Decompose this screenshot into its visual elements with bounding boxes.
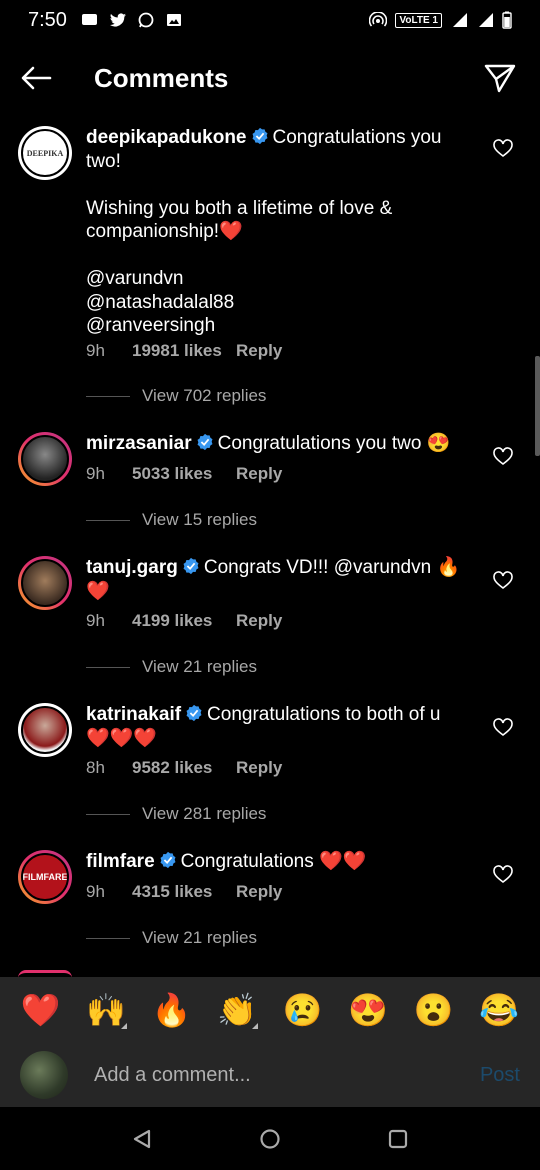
emoji-surprised-button[interactable]: 😮 <box>407 983 461 1037</box>
emoji-clap-button[interactable]: 👏 <box>210 983 264 1037</box>
verified-badge-icon <box>186 704 202 722</box>
nav-home-icon <box>260 1128 280 1149</box>
comment-meta: 9h 5033 likes Reply <box>86 464 282 484</box>
nav-recents-button[interactable] <box>378 1119 418 1159</box>
avatar[interactable] <box>18 432 72 486</box>
comment-username[interactable]: mirzasaniar <box>86 433 192 454</box>
reply-button[interactable]: Reply <box>236 611 282 631</box>
volte-badge: VoLTE 1 <box>395 12 442 28</box>
twitter-icon <box>109 13 126 27</box>
comment-time: 9h <box>86 464 105 483</box>
verified-badge-icon <box>197 433 213 451</box>
header: Comments <box>0 40 540 116</box>
signal-icon-2 <box>479 13 493 27</box>
comment-likes[interactable]: 4199 likes <box>132 611 236 631</box>
replies-divider <box>86 813 130 815</box>
like-heart-icon[interactable] <box>492 446 514 466</box>
reply-button[interactable]: Reply <box>236 758 282 778</box>
avatar[interactable] <box>18 556 72 610</box>
gallery-icon <box>166 14 181 26</box>
signal-icon <box>453 13 467 27</box>
like-heart-icon[interactable] <box>492 864 514 884</box>
view-replies-button[interactable]: View 15 replies <box>86 510 257 530</box>
status-time: 7:50 <box>28 8 67 31</box>
nav-home-button[interactable] <box>250 1119 290 1159</box>
emoji-laughing-button[interactable]: 😂 <box>472 983 526 1037</box>
comment-meta: 9h 19981 likes Reply <box>86 341 282 361</box>
nav-back-icon <box>133 1129 151 1148</box>
nav-back-button[interactable] <box>122 1119 162 1159</box>
battery-icon <box>502 11 512 29</box>
emoji-raising-hands-button[interactable]: 🙌 <box>79 983 133 1037</box>
comment-text: Congratulations you two! Wishing you bot… <box>86 127 442 336</box>
share-button[interactable] <box>460 48 540 108</box>
comment-composer: Post <box>0 1043 540 1107</box>
replies-divider <box>86 395 130 397</box>
paper-plane-icon <box>484 64 516 93</box>
like-heart-icon[interactable] <box>492 138 514 158</box>
reply-button[interactable]: Reply <box>236 882 282 902</box>
avatar[interactable] <box>18 703 72 757</box>
verified-badge-icon <box>183 557 199 575</box>
replies-divider <box>86 937 130 939</box>
status-bar: 7:50 VoLTE 1 <box>0 0 540 40</box>
comment-time: 9h <box>86 882 105 901</box>
emoji-crying-button[interactable]: 😢 <box>276 983 330 1037</box>
comment-likes[interactable]: 5033 likes <box>132 464 236 484</box>
avatar-label: FILMFARE <box>22 872 68 882</box>
like-heart-icon[interactable] <box>492 717 514 737</box>
comment-username[interactable]: katrinakaif <box>86 704 181 725</box>
replies-divider <box>86 666 130 668</box>
back-arrow-icon <box>21 66 52 90</box>
comment-time: 9h <box>86 611 105 630</box>
avatar[interactable]: DEEPIKA <box>18 126 72 180</box>
quick-emoji-bar: ❤️ 🙌 🔥 👏 😢 😍 😮 😂 <box>0 977 540 1043</box>
post-button[interactable]: Post <box>480 1064 520 1087</box>
comment-meta: 9h 4315 likes Reply <box>86 882 282 902</box>
avatar <box>20 1051 68 1099</box>
view-replies-button[interactable]: View 21 replies <box>86 657 257 677</box>
replies-divider <box>86 519 130 521</box>
message-notification-icon <box>81 14 97 25</box>
view-replies-button[interactable]: View 702 replies <box>86 386 266 406</box>
comment-likes[interactable]: 4315 likes <box>132 882 236 902</box>
view-replies-label: View 702 replies <box>142 386 267 405</box>
view-replies-button[interactable]: View 281 replies <box>86 804 266 824</box>
back-button[interactable] <box>0 48 72 108</box>
view-replies-label: View 21 replies <box>142 928 257 947</box>
scrollbar[interactable] <box>535 356 540 456</box>
comment-text: Congratulations ❤️❤️ <box>180 851 367 872</box>
comment-input[interactable] <box>94 1063 480 1087</box>
comment-likes[interactable]: 9582 likes <box>132 758 236 778</box>
nav-recents-icon <box>388 1129 408 1148</box>
view-replies-label: View 15 replies <box>142 510 257 529</box>
comment-text: Congratulations you two 😍 <box>217 433 451 454</box>
comment-username[interactable]: deepikapadukone <box>86 127 247 148</box>
emoji-heart-button[interactable]: ❤️ <box>14 983 68 1037</box>
view-replies-button[interactable]: View 21 replies <box>86 928 257 948</box>
comment-time: 8h <box>86 758 105 777</box>
view-replies-label: View 21 replies <box>142 657 257 676</box>
comment-time: 9h <box>86 341 105 360</box>
comment-likes[interactable]: 19981 likes <box>132 341 236 361</box>
verified-badge-icon <box>252 127 267 145</box>
avatar[interactable]: FILMFARE <box>18 850 72 904</box>
avatar-label: DEEPIKA <box>26 148 64 158</box>
reply-button[interactable]: Reply <box>236 464 282 484</box>
reply-button[interactable]: Reply <box>236 341 282 361</box>
system-nav-bar <box>0 1107 540 1170</box>
emoji-heart-eyes-button[interactable]: 😍 <box>341 983 395 1037</box>
hotspot-icon <box>369 12 388 27</box>
comment-username[interactable]: tanuj.garg <box>86 557 178 578</box>
verified-badge-icon <box>160 851 176 869</box>
comment-meta: 9h 4199 likes Reply <box>86 611 282 631</box>
comment-username[interactable]: filmfare <box>86 851 155 872</box>
whatsapp-icon <box>138 12 154 28</box>
page-title: Comments <box>94 62 229 93</box>
comment-meta: 8h 9582 likes Reply <box>86 758 282 778</box>
emoji-fire-button[interactable]: 🔥 <box>145 983 199 1037</box>
like-heart-icon[interactable] <box>492 570 514 590</box>
view-replies-label: View 281 replies <box>142 804 267 823</box>
